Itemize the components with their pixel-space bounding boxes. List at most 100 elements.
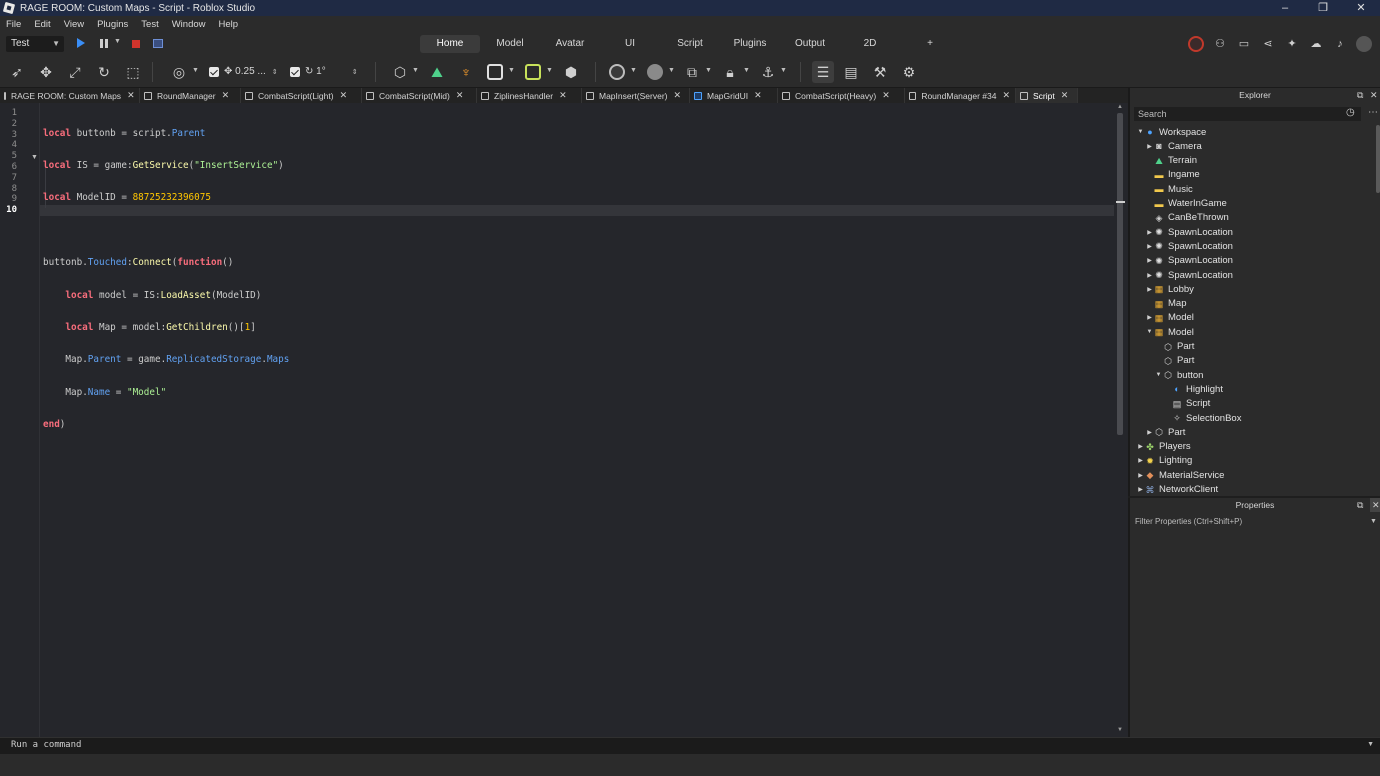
pop-out-icon[interactable]: ⧉ <box>1357 88 1363 102</box>
share-icon[interactable]: ⋖ <box>1260 36 1276 52</box>
explorer-item[interactable]: ▼ ● Workspace <box>1136 125 1207 139</box>
chevron-down-icon[interactable]: ▼ <box>114 38 121 45</box>
script-tab[interactable]: RAGE ROOM: Custom Maps ✕ <box>0 88 140 103</box>
explorer-item[interactable]: ▼ ▦ Model <box>1145 325 1194 339</box>
stepper-icon[interactable]: ⇕ <box>272 69 278 76</box>
close-icon[interactable]: ✕ <box>754 90 762 101</box>
material-icon[interactable] <box>609 64 625 80</box>
collapse-arrow-icon[interactable]: ▶ <box>1145 429 1154 436</box>
explorer-item[interactable]: ▶ ✹ Lighting <box>1136 454 1192 468</box>
maximize-icon[interactable]: ❐ <box>1304 0 1342 16</box>
collapse-arrow-icon[interactable]: ▶ <box>1136 486 1145 493</box>
group-icon[interactable]: ⧉ <box>683 64 701 80</box>
move-tool-icon[interactable]: ✥ <box>37 64 55 80</box>
stepper-icon[interactable]: ⇕ <box>352 69 358 76</box>
settings-icon[interactable]: ⚙ <box>900 64 918 80</box>
stop-icon[interactable] <box>132 40 140 48</box>
explorer-item[interactable]: ▶ ✺ SpawnLocation <box>1145 225 1233 239</box>
more-options-icon[interactable]: ⋯ <box>1368 107 1378 118</box>
chevron-down-icon[interactable]: ▼ <box>412 67 419 74</box>
explorer-item[interactable]: ▶ ⌘ NetworkClient <box>1136 483 1218 495</box>
transform-tool-icon[interactable]: ⬚ <box>124 64 142 80</box>
tab-avatar[interactable]: Avatar <box>540 35 600 53</box>
collapse-arrow-icon[interactable]: ▶ <box>1145 272 1154 279</box>
explorer-item[interactable]: ▶ ◙ Camera <box>1145 139 1202 153</box>
collapse-arrow-icon[interactable]: ▶ <box>1145 314 1154 321</box>
explorer-item[interactable]: ▬ Music <box>1145 182 1193 196</box>
menu-file[interactable]: File <box>6 19 21 30</box>
collapse-arrow-icon[interactable]: ▶ <box>1145 243 1154 250</box>
menu-plugins[interactable]: Plugins <box>97 19 128 30</box>
close-icon[interactable]: ✕ <box>1370 88 1378 102</box>
script-tab[interactable]: RoundManager #34 ✕ <box>905 88 1016 103</box>
close-icon[interactable]: ✕ <box>340 90 348 101</box>
part-icon[interactable]: ⬡ <box>391 64 409 80</box>
collapse-arrow-icon[interactable]: ▶ <box>1145 257 1154 264</box>
tab-2d[interactable]: 2D <box>840 35 900 53</box>
pop-out-icon[interactable]: ⧉ <box>1357 498 1363 512</box>
close-icon[interactable]: ✕ <box>456 90 464 101</box>
explorer-item[interactable]: ▼ ⬡ button <box>1154 368 1204 382</box>
explorer-item[interactable]: ▶ ✤ Players <box>1136 440 1191 454</box>
properties-filter-input[interactable]: Filter Properties (Ctrl+Shift+P) <box>1135 517 1242 526</box>
properties-toggle-icon[interactable]: ▤ <box>842 64 860 80</box>
tab-home[interactable]: Home <box>420 35 480 53</box>
package-icon[interactable]: ⬢ <box>562 64 580 80</box>
history-icon[interactable]: ◷ <box>1346 107 1355 118</box>
explorer-item[interactable]: ▶ ▦ Model <box>1145 311 1194 325</box>
select-tool-icon[interactable]: ➶ <box>8 64 26 80</box>
chevron-down-icon[interactable]: ▼ <box>1367 741 1374 748</box>
tab-plugins[interactable]: Plugins <box>720 35 780 53</box>
assistant-sparkle-icon[interactable]: ✦ <box>1284 36 1300 52</box>
chevron-down-icon[interactable]: ▼ <box>743 67 750 74</box>
explorer-item[interactable]: ▶ ✺ SpawnLocation <box>1145 254 1233 268</box>
test-mode-select[interactable]: Test ▼ <box>6 36 64 52</box>
expand-arrow-icon[interactable]: ▼ <box>1154 372 1163 378</box>
tab-output[interactable]: Output <box>780 35 840 53</box>
add-friend-icon[interactable]: ⚇ <box>1212 36 1228 52</box>
collapse-arrow-icon[interactable]: ▶ <box>1145 286 1154 293</box>
chevron-down-icon[interactable]: ▼ <box>780 67 787 74</box>
chevron-down-icon[interactable]: ▼ <box>192 67 199 74</box>
chevron-down-icon[interactable]: ▼ <box>668 67 675 74</box>
explorer-item[interactable]: ▬ Ingame <box>1145 168 1200 182</box>
user-avatar[interactable] <box>1356 36 1372 52</box>
move-snap-checkbox[interactable] <box>209 67 219 77</box>
script-tab[interactable]: RoundManager ✕ <box>140 88 241 103</box>
close-icon[interactable]: ✕ <box>222 90 230 101</box>
command-bar[interactable]: Run a command ▼ <box>0 737 1380 754</box>
color-icon[interactable] <box>647 64 663 80</box>
menu-edit[interactable]: Edit <box>34 19 50 30</box>
explorer-item[interactable]: ▶ ◆ MaterialService <box>1136 468 1224 482</box>
toolbox-icon[interactable]: ♆ <box>457 64 475 80</box>
explorer-item[interactable]: ▶ ✺ SpawnLocation <box>1145 268 1233 282</box>
rotate-tool-icon[interactable]: ↻ <box>95 64 113 80</box>
tab-ui[interactable]: UI <box>600 35 660 53</box>
expand-arrow-icon[interactable]: ▼ <box>1145 329 1154 335</box>
tab-model[interactable]: Model <box>480 35 540 53</box>
close-icon[interactable]: ✕ <box>127 90 135 101</box>
add-tab-button[interactable]: + <box>900 35 960 53</box>
cloud-icon[interactable]: ☁ <box>1308 36 1324 52</box>
menu-view[interactable]: View <box>64 19 84 30</box>
screen-icon[interactable] <box>153 39 163 48</box>
lock-icon[interactable]: 🔒︎ <box>721 64 739 80</box>
menu-help[interactable]: Help <box>219 19 239 30</box>
rotate-step-field[interactable]: ↻ 1° ⇕ <box>305 65 363 79</box>
fold-arrow-icon[interactable]: ▼ <box>31 154 38 161</box>
script-tab[interactable]: CombatScript(Light) ✕ <box>241 88 362 103</box>
rotate-snap-checkbox[interactable] <box>290 67 300 77</box>
tools-icon[interactable]: ⚒ <box>871 64 889 80</box>
ui-editor-icon[interactable] <box>487 64 503 80</box>
script-tab[interactable]: CombatScript(Heavy) ✕ <box>778 88 905 103</box>
collapse-arrow-icon[interactable]: ▶ <box>1136 457 1145 464</box>
chevron-down-icon[interactable]: ▼ <box>1370 518 1377 525</box>
script-editor[interactable]: 1 2 3 4 5 6 7 8 9 10 ▼ local buttonb = s… <box>0 103 1128 737</box>
explorer-toggle-icon[interactable]: ☰ <box>812 61 834 83</box>
explorer-item[interactable]: ▬ WaterInGame <box>1145 197 1227 211</box>
collapse-arrow-icon[interactable]: ▶ <box>1136 443 1145 450</box>
explorer-scrollbar[interactable] <box>1376 125 1380 193</box>
tab-script[interactable]: Script <box>660 35 720 53</box>
explorer-item[interactable]: ▶ ▦ Lobby <box>1145 282 1194 296</box>
code-area[interactable]: local buttonb = script.Parent local IS =… <box>43 107 289 453</box>
